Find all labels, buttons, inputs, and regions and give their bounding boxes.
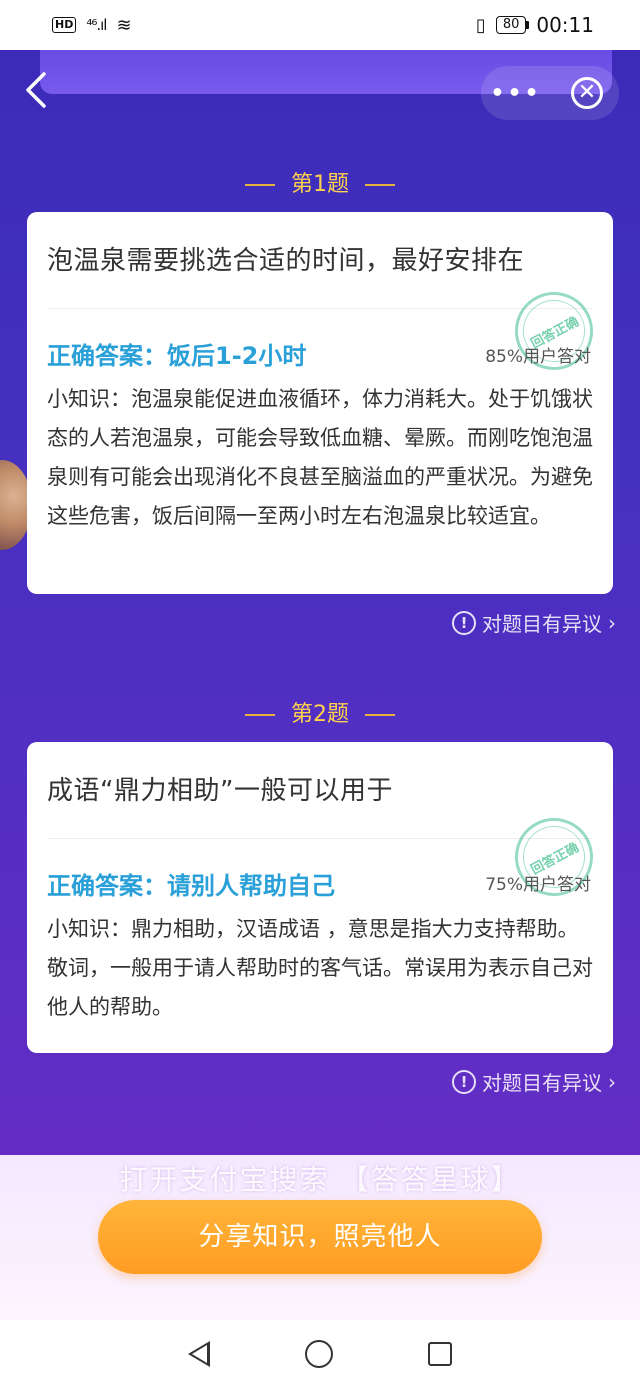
divider-line bbox=[365, 714, 395, 716]
status-bar: HD ⁴⁶.ıl ≋ ▯ 80 00:11 bbox=[0, 0, 640, 50]
share-button[interactable]: 分享知识，照亮他人 bbox=[98, 1200, 542, 1274]
objection-link[interactable]: ! 对题目有异议 › bbox=[452, 608, 616, 637]
promo-text: 打开支付宝搜索 【答答星球】 bbox=[119, 1163, 521, 1196]
wifi-icon: ≋ bbox=[116, 14, 132, 36]
knowledge-tip: 小知识：鼎力相助，汉语成语 ，意思是指大力支持帮助。敬词，一般用于请人帮助时的客… bbox=[47, 917, 593, 1019]
objection-label: 对题目有异议 bbox=[482, 612, 602, 636]
objection-label: 对题目有异议 bbox=[482, 1071, 602, 1095]
knowledge-tip: 小知识：泡温泉能促进血液循环，体力消耗大。处于饥饿状态的人若泡温泉，可能会导致低… bbox=[47, 387, 593, 528]
back-button[interactable] bbox=[24, 70, 64, 120]
correct-rate: 75%用户答对 bbox=[485, 875, 591, 895]
info-icon: ! bbox=[452, 610, 476, 635]
correct-answer: 正确答案：饭后1-2小时 bbox=[47, 342, 307, 370]
hd-icon: HD bbox=[52, 17, 77, 33]
chevron-right-icon: › bbox=[608, 610, 616, 635]
question-text: 泡温泉需要挑选合适的时间，最好安排在 bbox=[47, 246, 525, 276]
vibrate-icon: ▯ bbox=[475, 14, 486, 36]
miniapp-capsule: ••• ✕ bbox=[481, 66, 619, 120]
divider-line bbox=[245, 184, 275, 186]
correct-rate: 85%用户答对 bbox=[485, 347, 591, 367]
correct-answer: 正确答案：请别人帮助自己 bbox=[47, 872, 335, 900]
card-divider bbox=[47, 308, 593, 309]
question-card-1: 泡温泉需要挑选合适的时间，最好安排在 回答正确 正确答案：饭后1-2小时 85%… bbox=[27, 212, 613, 594]
nav-back-icon[interactable] bbox=[187, 1340, 210, 1367]
question-1-label: 第1题 bbox=[0, 166, 640, 198]
divider-line bbox=[365, 184, 395, 186]
close-button[interactable]: ✕ bbox=[571, 77, 603, 109]
objection-link[interactable]: ! 对题目有异议 › bbox=[452, 1067, 616, 1096]
divider-line bbox=[245, 714, 275, 716]
more-button[interactable]: ••• bbox=[481, 81, 551, 106]
chevron-left-icon bbox=[26, 72, 46, 108]
question-card-2: 成语“鼎力相助”一般可以用于 回答正确 正确答案：请别人帮助自己 75%用户答对… bbox=[27, 742, 613, 1053]
signal-icon: ⁴⁶.ıl bbox=[86, 16, 107, 34]
system-nav-bar bbox=[0, 1320, 640, 1387]
info-icon: ! bbox=[452, 1069, 476, 1094]
clock: 00:11 bbox=[536, 13, 594, 37]
nav-home-icon[interactable] bbox=[304, 1339, 333, 1368]
question-text: 成语“鼎力相助”一般可以用于 bbox=[47, 776, 393, 806]
battery-icon: 80 bbox=[495, 16, 529, 34]
correct-stamp-icon: 回答正确 bbox=[501, 278, 607, 384]
nav-recent-icon[interactable] bbox=[428, 1341, 453, 1366]
card-divider bbox=[47, 838, 593, 839]
question-2-label: 第2题 bbox=[0, 696, 640, 728]
chevron-right-icon: › bbox=[608, 1069, 616, 1094]
